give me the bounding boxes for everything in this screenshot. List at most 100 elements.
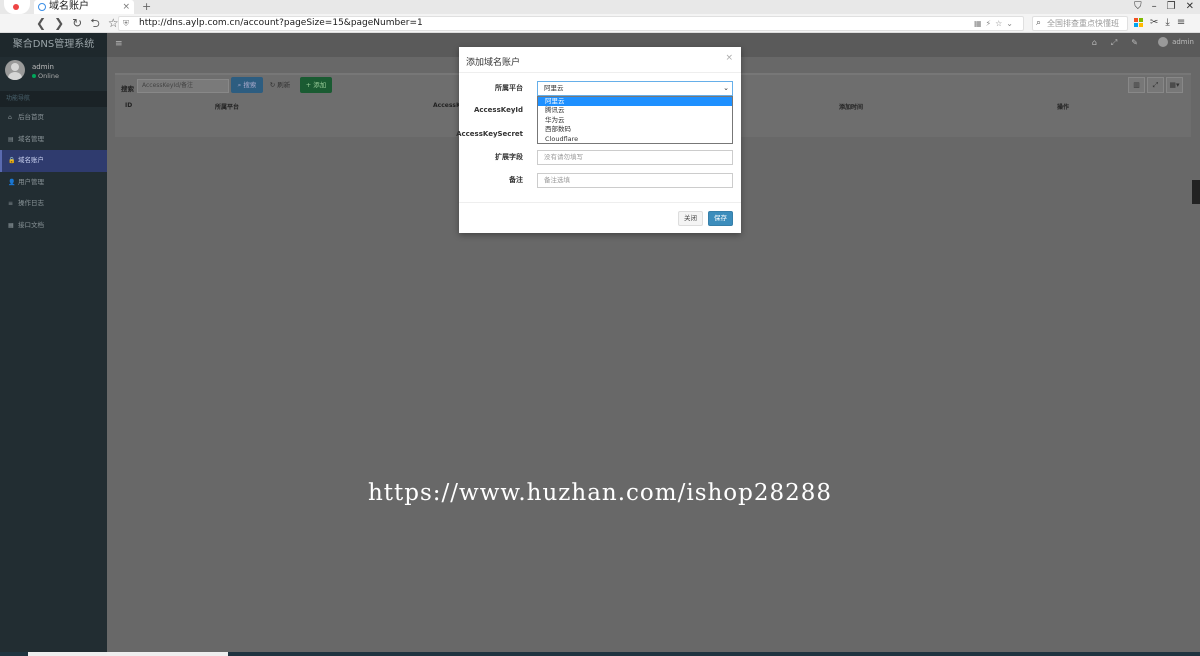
sidebar-item-api-docs[interactable]: ▦ 接口文档 (0, 215, 107, 237)
refresh-button[interactable]: ↻ 刷新 (267, 77, 293, 93)
search-icon: ⌕ (1036, 18, 1042, 28)
topbar-user[interactable]: admin (1158, 37, 1194, 47)
add-account-modal: 添加域名账户 × 所属平台 阿里云 ⌄ AccessKeyId AccessKe… (456, 47, 741, 233)
fullscreen-table-icon[interactable]: ⤢ (1147, 77, 1164, 93)
search-button-label: 搜索 (243, 81, 257, 89)
browser-tab-strip: 域名账户 × + ⛉ – ❐ ✕ (0, 0, 1200, 14)
close-button[interactable]: 关闭 (678, 211, 703, 226)
tab-title: 域名账户 (49, 1, 89, 12)
ext-field-input[interactable]: 没有请勿填写 (537, 150, 733, 165)
log-icon: ≡ (8, 200, 14, 207)
browser-search-placeholder: 全国排查重点快懂班 (1047, 19, 1119, 28)
os-taskbar (0, 652, 1200, 656)
add-button[interactable]: + 添加 (300, 77, 332, 93)
platform-label: 所属平台 (495, 84, 523, 92)
user-name: admin (32, 63, 54, 71)
dropdown-option[interactable]: 阿里云 (538, 97, 732, 107)
site-info-icon[interactable]: ⛨ (123, 17, 129, 30)
taskbar-search[interactable] (28, 652, 228, 656)
address-bar-area: ❮ ❯ ↻ ⮌ ☆ ⛨ http://dns.aylp.com.cn/accou… (0, 14, 1200, 33)
remark-input[interactable]: 备注选填 (537, 173, 733, 188)
download-icon[interactable]: ⤓ (1165, 16, 1169, 30)
grid-icon: ▦ (8, 221, 14, 229)
brand-title[interactable]: 聚合DNS管理系统 (0, 33, 107, 57)
shield-icon[interactable]: ⛉ (1134, 0, 1142, 14)
online-dot-icon (32, 74, 36, 78)
dropdown-option[interactable]: 腾讯云 (538, 106, 732, 115)
sidebar-item-accounts[interactable]: 🔒 域名账户 (0, 150, 107, 172)
menu-icon[interactable]: ≡ (1177, 16, 1185, 30)
wrench-icon[interactable]: ✎ (1131, 38, 1138, 48)
user-icon: 👤 (8, 178, 16, 186)
minimize-button[interactable]: – (1152, 0, 1157, 14)
reload-button[interactable]: ↻ (72, 15, 82, 31)
column-header-created-time[interactable]: 添加时间 (839, 102, 863, 111)
topbar-icons: ⌂ ⤢ ✎ (1092, 38, 1138, 48)
topbar-username: admin (1172, 38, 1194, 46)
extension-icons: ✂ ⤓ ≡ (1134, 16, 1185, 30)
accesskeysecret-label: AccessKeySecret (456, 130, 523, 138)
remark-label: 备注 (509, 176, 523, 184)
forward-button[interactable]: ❯ (54, 15, 64, 31)
list-icon: ▤ (8, 135, 14, 143)
dropdown-option[interactable]: 华为云 (538, 116, 732, 125)
browser-search-input[interactable]: ⌕ 全国排查重点快懂班 (1032, 16, 1128, 31)
column-header-id[interactable]: ID (125, 102, 132, 109)
window-controls: ⛉ – ❐ ✕ (1134, 0, 1194, 14)
table-tools: ▥ ⤢ ▦▾ (1128, 77, 1183, 93)
side-float-widget[interactable] (1192, 180, 1200, 204)
sidebar-item-label: 域名管理 (18, 134, 44, 143)
close-window-button[interactable]: ✕ (1186, 0, 1194, 14)
undo-button[interactable]: ⮌ (90, 15, 100, 31)
dropdown-option[interactable]: 西部数码 (538, 125, 732, 134)
sidebar-item-label: 后台首页 (18, 113, 44, 121)
restore-button[interactable]: ❐ (1167, 0, 1176, 14)
fullscreen-icon[interactable]: ⤢ (1111, 38, 1117, 48)
modal-footer: 关闭 保存 (459, 202, 741, 233)
sidebar-item-label: 操作日志 (18, 199, 44, 207)
modal-title: 添加域名账户 (466, 58, 521, 68)
sidebar-item-logs[interactable]: ≡ 操作日志 (0, 193, 107, 215)
form-row-remark: 备注 备注选填 (459, 173, 741, 189)
search-input[interactable]: AccessKeyId/备注 (137, 79, 229, 93)
bookmark-star-icon[interactable]: ☆ (108, 15, 119, 31)
sidebar-item-home[interactable]: ⌂ 后台首页 (0, 107, 107, 129)
sidebar-item-domains[interactable]: ▤ 域名管理 (0, 129, 107, 151)
scissors-icon[interactable]: ✂ (1150, 16, 1158, 30)
export-dropdown-icon[interactable]: ▦▾ (1166, 77, 1183, 93)
back-button[interactable]: ❮ (36, 15, 46, 31)
home-icon[interactable]: ⌂ (1092, 38, 1097, 48)
dropdown-option[interactable]: Cloudflare (538, 135, 732, 144)
sidebar-toggle-icon[interactable]: ≡ (115, 39, 123, 49)
nav-header: 功能导航 (0, 91, 107, 107)
column-header-actions[interactable]: 操作 (1057, 102, 1069, 111)
platform-dropdown-list: 阿里云 腾讯云 华为云 西部数码 Cloudflare (537, 96, 733, 144)
tab-close-icon[interactable]: × (122, 0, 130, 14)
add-button-label: 添加 (313, 81, 327, 89)
refresh-button-label: 刷新 (277, 81, 291, 89)
search-button[interactable]: ⌕ 搜索 (231, 77, 263, 93)
search-label: 搜索 (121, 85, 134, 93)
ext-field-label: 扩展字段 (495, 153, 523, 161)
url-input[interactable]: ⛨ http://dns.aylp.com.cn/account?pageSiz… (118, 16, 1024, 31)
sidebar-item-users[interactable]: 👤 用户管理 (0, 172, 107, 194)
save-button[interactable]: 保存 (708, 211, 733, 226)
modal-header: 添加域名账户 × (459, 47, 741, 73)
watermark-text: https://www.huzhan.com/ishop28288 (367, 480, 833, 506)
new-tab-button[interactable]: + (142, 0, 151, 13)
browser-tab[interactable]: 域名账户 × (34, 0, 134, 14)
platform-select[interactable]: 阿里云 ⌄ (537, 81, 733, 96)
form-row-platform: 所属平台 阿里云 ⌄ (459, 81, 741, 97)
browser-logo-icon[interactable] (4, 0, 30, 14)
user-status-text: Online (38, 72, 59, 80)
chevron-down-icon: ⌄ (723, 84, 729, 92)
columns-toggle-icon[interactable]: ▥ (1128, 77, 1145, 93)
close-icon[interactable]: × (725, 53, 733, 63)
sidebar: 聚合DNS管理系统 admin Online 功能导航 ⌂ 后台首页 ▤ 域名管… (0, 33, 107, 656)
user-status: Online (32, 72, 59, 80)
column-header-platform[interactable]: 所属平台 (215, 102, 239, 111)
globe-icon (38, 3, 46, 11)
sidebar-item-label: 接口文档 (18, 220, 44, 229)
url-action-icons[interactable]: ▦⚡☆⌄ (974, 17, 1017, 30)
windows-logo-icon[interactable] (1134, 18, 1143, 27)
